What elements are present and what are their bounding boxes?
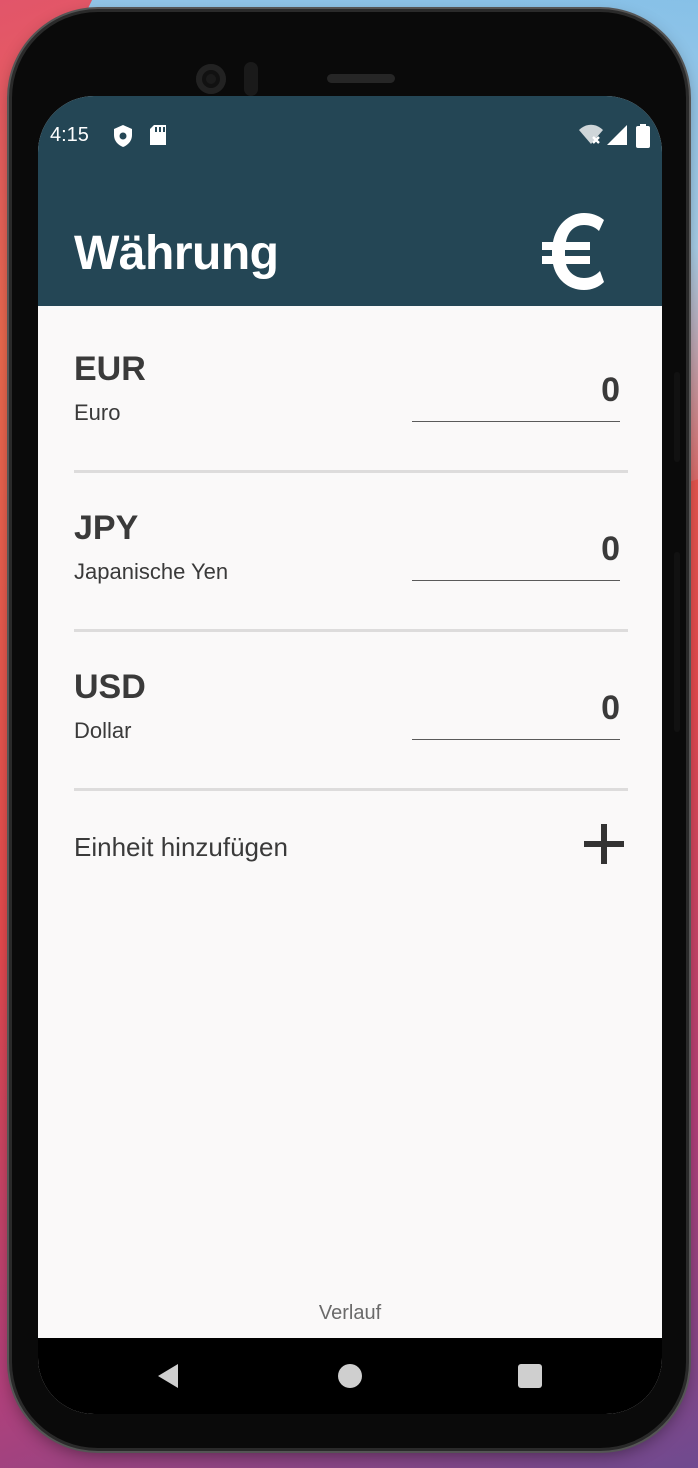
wifi-off-icon (579, 124, 603, 144)
currency-code: EUR (74, 350, 146, 388)
signal-icon (607, 125, 627, 145)
currency-name: Dollar (74, 718, 132, 743)
euro-icon[interactable] (538, 206, 610, 296)
history-link[interactable]: Verlauf (38, 1302, 662, 1325)
currency-name: Japanische Yen (74, 559, 229, 584)
recents-icon[interactable] (516, 1362, 544, 1390)
volume-button (674, 372, 680, 462)
battery-icon (636, 124, 650, 148)
app-title: Währung (74, 227, 279, 280)
currency-code: USD (74, 668, 146, 706)
app-bar: Währung (38, 176, 662, 306)
currency-row-usd[interactable]: USD Dollar 0 (74, 624, 628, 791)
amount-input-eur[interactable]: 0 (412, 360, 620, 422)
currency-row-jpy[interactable]: JPY Japanische Yen 0 (74, 465, 628, 632)
home-icon[interactable] (336, 1362, 364, 1390)
navigation-bar (38, 1338, 662, 1414)
add-unit-label: Einheit hinzufügen (74, 832, 288, 862)
front-camera (196, 64, 226, 94)
earpiece-speaker (327, 74, 395, 83)
amount-input-usd[interactable]: 0 (412, 678, 620, 740)
status-bar: 4:15 (38, 96, 662, 176)
add-unit-row[interactable]: Einheit hinzufügen (74, 796, 626, 906)
sd-card-icon (150, 125, 166, 145)
divider (74, 788, 628, 791)
shield-icon (114, 125, 132, 147)
amount-input-jpy[interactable]: 0 (412, 519, 620, 581)
back-icon[interactable] (154, 1362, 182, 1390)
currency-name: Euro (74, 400, 121, 425)
currency-code: JPY (74, 509, 139, 547)
sensor (244, 62, 258, 96)
screen: 4:15 Währung EUR Euro 0 JPY Japanische Y… (38, 96, 662, 1414)
plus-icon[interactable] (584, 824, 624, 864)
power-button (674, 552, 680, 732)
status-time: 4:15 (50, 124, 89, 146)
currency-row-eur[interactable]: EUR Euro 0 (74, 306, 628, 473)
